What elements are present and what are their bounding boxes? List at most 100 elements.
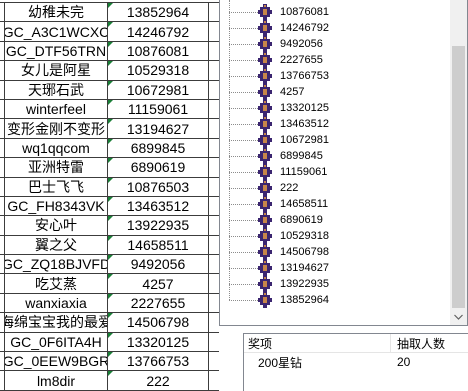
text-cell[interactable]: lm8dir	[5, 371, 108, 390]
number-cell[interactable]: 10529318	[108, 61, 209, 80]
member-icon-graphic	[258, 228, 272, 244]
member-icon-graphic	[258, 36, 272, 52]
tree-item[interactable]: 13766753	[220, 68, 450, 84]
tree-item[interactable]: 222	[220, 180, 450, 196]
cell-number: 13766753	[126, 353, 190, 370]
error-indicator-icon	[108, 255, 113, 261]
number-cell[interactable]: 13194627	[108, 119, 209, 138]
text-cell[interactable]: 女儿是阿星	[5, 61, 108, 80]
number-cell[interactable]: 13852964	[108, 3, 209, 22]
number-cell[interactable]: 9492056	[108, 255, 209, 274]
member-icon	[258, 292, 272, 308]
sheet-row: 翼之父 14658511	[0, 235, 240, 256]
number-cell[interactable]: 10876081	[108, 41, 209, 61]
tree-item[interactable]: 13194627	[220, 260, 450, 276]
member-icon	[258, 228, 272, 244]
error-indicator-icon	[108, 177, 113, 183]
member-icon-graphic	[258, 116, 272, 132]
number-cell[interactable]: 10672981	[108, 80, 209, 99]
scrollbar-thumb[interactable]	[452, 46, 465, 308]
text-cell[interactable]: GC_0F6ITA4H	[5, 332, 108, 352]
text-cell[interactable]: 海绵宝宝我的最爱	[5, 313, 108, 332]
tree-item[interactable]: 10876081	[220, 4, 450, 20]
number-cell[interactable]: 13463512	[108, 196, 209, 216]
tree-item[interactable]: 6899845	[220, 148, 450, 164]
text-cell[interactable]: 巴士飞飞	[5, 177, 108, 196]
tree-item-label: 2227655	[280, 53, 323, 66]
number-cell[interactable]: 6890619	[108, 158, 209, 177]
cell-text: GC_0F6ITA4H	[10, 333, 102, 350]
text-cell[interactable]: 安心叶	[5, 216, 108, 235]
tree-item[interactable]: 14246792	[220, 20, 450, 36]
sheet-row: wq1qqcom 6899845	[0, 138, 240, 159]
tree-item[interactable]: 13922935	[220, 276, 450, 292]
number-cell[interactable]: 14658511	[108, 235, 209, 255]
tree-item[interactable]: 4257	[220, 84, 450, 100]
tree-item[interactable]: 10672981	[220, 132, 450, 148]
text-cell[interactable]: GC_A3C1WCXC	[5, 22, 108, 41]
tree-item[interactable]: 14506798	[220, 244, 450, 260]
cell-number: 10672981	[126, 81, 190, 98]
text-cell[interactable]: 变形金刚不变形	[5, 119, 108, 138]
vertical-scrollbar[interactable]	[450, 0, 467, 325]
tree-item[interactable]: 13852964	[220, 292, 450, 308]
text-cell[interactable]: 幼稚未完	[5, 3, 108, 22]
number-cell[interactable]: 11159061	[108, 99, 209, 119]
tree-item[interactable]: 11159061	[220, 164, 450, 180]
number-cell[interactable]: 14246792	[108, 22, 209, 41]
column-header-count[interactable]: 抽取人数	[391, 334, 468, 352]
text-cell[interactable]: 吃艾蒸	[5, 274, 108, 293]
text-cell[interactable]: 亚洲特雷	[5, 158, 108, 177]
list-header: 奖项 抽取人数	[244, 334, 468, 353]
tree-item[interactable]: 9492056	[220, 36, 450, 52]
cell-text: GC_FH8343VK	[7, 198, 105, 215]
text-cell[interactable]: 天琊石武	[5, 80, 108, 99]
sheet-row: 变形金刚不变形 13194627	[0, 119, 240, 139]
member-icon-graphic	[258, 148, 272, 164]
member-icon	[258, 68, 272, 84]
list-row[interactable]: 200星钻 20	[244, 353, 468, 371]
list-body: 200星钻 20	[244, 353, 468, 371]
text-cell[interactable]: GC_0EEW9BGR	[5, 352, 108, 371]
text-cell[interactable]: GC_FH8343VK	[5, 196, 108, 216]
tree-item[interactable]: 2227655	[220, 52, 450, 68]
text-cell[interactable]: GC_DTF56TRN	[5, 41, 108, 61]
number-cell[interactable]: 10876503	[108, 177, 209, 196]
cell-number: 10876503	[126, 178, 190, 195]
column-header-prize[interactable]: 奖项	[244, 334, 391, 352]
number-cell[interactable]: 2227655	[108, 293, 209, 313]
tree-item-label: 13852964	[280, 293, 329, 306]
cell-number: 9492056	[130, 256, 186, 273]
number-cell[interactable]: 13766753	[108, 352, 209, 371]
member-icon	[258, 116, 272, 132]
scroll-down-button[interactable]	[450, 308, 467, 325]
number-cell[interactable]: 13320125	[108, 332, 209, 352]
text-cell[interactable]: 翼之父	[5, 235, 108, 255]
cell-number: 13463512	[126, 198, 190, 215]
member-icon-graphic	[258, 196, 272, 212]
text-cell[interactable]: wanxiaxia	[5, 293, 108, 313]
tree-item-label: 6890619	[280, 213, 323, 226]
text-cell[interactable]: GC_ZQ18BJVFD	[5, 255, 108, 274]
text-cell[interactable]: winterfeel	[5, 99, 108, 119]
sheet-row: wanxiaxia 2227655	[0, 293, 240, 314]
cell-number: 13922935	[126, 217, 190, 234]
cell-text: 安心叶	[35, 217, 77, 234]
tree-item[interactable]: 13463512	[220, 116, 450, 132]
tree-item-label: 13320125	[280, 101, 329, 114]
error-indicator-icon	[108, 313, 113, 319]
tree-item[interactable]: 13320125	[220, 100, 450, 116]
sheet-row: 亚洲特雷 6890619	[0, 158, 240, 178]
number-cell[interactable]: 6899845	[108, 138, 209, 158]
number-cell[interactable]: 14506798	[108, 313, 209, 332]
tree-item[interactable]: 14658511	[220, 196, 450, 212]
number-cell[interactable]: 222	[108, 371, 209, 390]
member-icon	[258, 212, 272, 228]
text-cell[interactable]: wq1qqcom	[5, 138, 108, 158]
number-cell[interactable]: 4257	[108, 274, 209, 293]
chevron-down-icon	[454, 314, 463, 320]
tree-item[interactable]: 6890619	[220, 212, 450, 228]
tree-item[interactable]: 10529318	[220, 228, 450, 244]
member-icon	[258, 260, 272, 276]
number-cell[interactable]: 13922935	[108, 216, 209, 235]
